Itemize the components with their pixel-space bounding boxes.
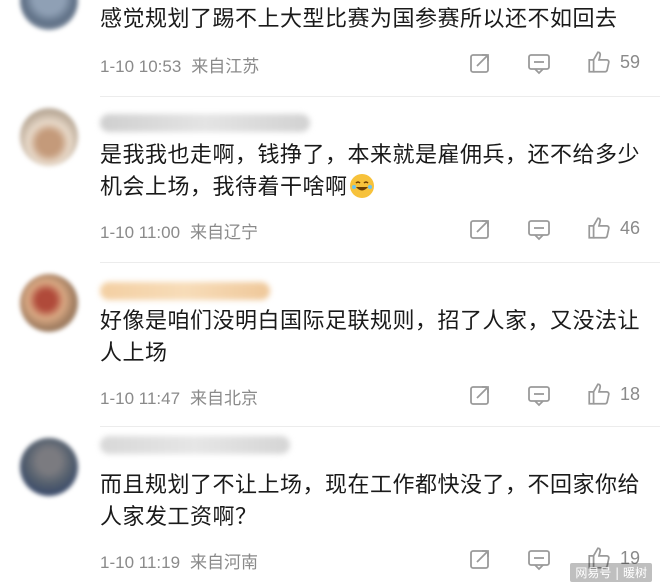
comment-icon (528, 54, 550, 75)
share-icon (470, 220, 489, 239)
username[interactable] (100, 282, 270, 300)
thumbs-up-icon (588, 217, 610, 239)
reply-button[interactable] (527, 383, 551, 407)
divider (100, 262, 660, 263)
like-button[interactable]: 46 (586, 215, 640, 241)
comment-date: 1-10 10:53 (100, 57, 182, 76)
comment-location: 来自江苏 (191, 57, 260, 76)
share-icon (470, 54, 489, 73)
share-button[interactable] (468, 217, 492, 241)
share-icon (470, 386, 489, 405)
comment-text: 是我我也走啊，钱挣了，本来就是雇佣兵，还不给多少机会上场，我待着干啥啊 (100, 140, 650, 204)
share-button[interactable] (468, 547, 492, 571)
comment-text: 感觉规划了踢不上大型比赛为国参赛所以还不如回去 (100, 7, 618, 32)
comment-icon (528, 550, 550, 571)
like-count: 18 (620, 383, 641, 404)
comment-text: 好像是咱们没明白国际足联规则，招了人家，又没法让人上场 (100, 309, 641, 366)
divider (100, 96, 660, 97)
divider (100, 426, 660, 427)
comment-date: 1-10 11:19 (100, 553, 181, 572)
comment-icon (528, 386, 550, 407)
avatar[interactable] (20, 0, 78, 30)
thumbs-up-icon (588, 383, 610, 405)
reply-button[interactable] (527, 51, 551, 75)
share-button[interactable] (468, 51, 492, 75)
comment-item: 而且规划了不让上场，现在工作都快没了，不回家你给人家发工资啊？ 1-10 11:… (0, 430, 660, 588)
comment-item: 感觉规划了踢不上大型比赛为国参赛所以还不如回去 1-10 10:53 来自江苏 5… (0, 0, 660, 88)
comment-location: 来自河南 (190, 553, 259, 572)
comment-icon (528, 220, 550, 241)
watermark: 网易号 | 暖树 (570, 563, 652, 582)
comment-date: 1-10 11:00 (100, 223, 181, 242)
comment-meta: 1-10 11:19 来自河南 (100, 548, 268, 573)
reply-button[interactable] (527, 547, 551, 571)
username[interactable] (100, 114, 310, 132)
comment-item: 是我我也走啊，钱挣了，本来就是雇佣兵，还不给多少机会上场，我待着干啥啊 1-10… (0, 100, 660, 260)
comment-item: 好像是咱们没明白国际足联规则，招了人家，又没法让人上场 1-10 11:47 来自… (0, 266, 660, 426)
username[interactable] (100, 436, 290, 454)
laughing-tears-emoji (349, 174, 374, 198)
avatar[interactable] (20, 274, 78, 332)
like-count: 59 (620, 51, 641, 72)
comment-meta: 1-10 10:53 来自江苏 (100, 52, 269, 77)
comment-meta: 1-10 11:47 来自北京 (100, 384, 268, 409)
comment-meta: 1-10 11:00 来自辽宁 (100, 218, 268, 243)
comment-location: 来自辽宁 (190, 223, 259, 242)
share-button[interactable] (468, 383, 492, 407)
share-icon (470, 550, 489, 569)
comment-location: 来自北京 (190, 389, 259, 408)
like-count: 46 (620, 217, 641, 238)
thumbs-up-icon (588, 51, 610, 73)
reply-button[interactable] (527, 217, 551, 241)
avatar[interactable] (20, 438, 78, 496)
comment-date: 1-10 11:47 (100, 389, 181, 408)
like-button[interactable]: 59 (586, 49, 640, 75)
comment-text: 而且规划了不让上场，现在工作都快没了，不回家你给人家发工资啊？ (100, 473, 641, 530)
like-button[interactable]: 18 (586, 381, 640, 407)
avatar[interactable] (20, 108, 78, 166)
